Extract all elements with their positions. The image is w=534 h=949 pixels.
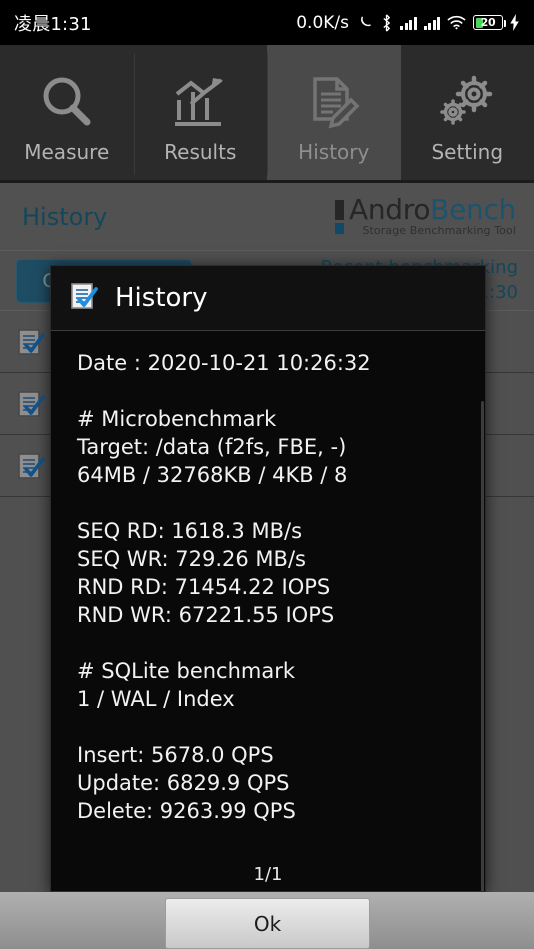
dialog-title-bar: History bbox=[51, 266, 485, 331]
magnifier-icon bbox=[38, 72, 96, 134]
ok-button[interactable]: Ok bbox=[165, 898, 370, 949]
dialog-body[interactable]: Date : 2020-10-21 10:26:32 # Microbenchm… bbox=[51, 331, 485, 891]
tab-results[interactable]: Results bbox=[133, 45, 268, 183]
bar-chart-icon bbox=[171, 72, 229, 134]
status-icons: 0.0K/s 20 bbox=[296, 13, 520, 33]
moon-icon bbox=[356, 14, 373, 31]
charging-bolt-icon bbox=[510, 14, 520, 31]
document-pencil-icon bbox=[305, 72, 363, 134]
network-speed-label: 0.0K/s bbox=[296, 12, 349, 33]
main-tab-bar: Measure Results History Setting bbox=[0, 45, 534, 183]
tab-setting-label: Setting bbox=[431, 140, 504, 164]
signal-bars-icon-2 bbox=[423, 16, 440, 30]
dialog-title-label: History bbox=[115, 283, 208, 313]
signal-bars-icon-1 bbox=[400, 16, 417, 30]
benchmark-result-text: Date : 2020-10-21 10:26:32 # Microbenchm… bbox=[77, 351, 371, 823]
gears-icon bbox=[438, 72, 496, 134]
status-clock: 凌晨1:31 bbox=[14, 13, 92, 35]
battery-level-label: 20 bbox=[480, 16, 496, 29]
dialog-page-indicator: 1/1 bbox=[253, 864, 283, 885]
checklist-icon bbox=[69, 281, 99, 315]
tab-measure-label: Measure bbox=[24, 140, 110, 164]
battery-icon: 20 bbox=[473, 15, 506, 30]
history-detail-dialog: History Date : 2020-10-21 10:26:32 # Mic… bbox=[50, 265, 486, 892]
phone-screen: 凌晨1:31 0.0K/s 20 Measure Results History… bbox=[0, 0, 534, 949]
dialog-scrollbar[interactable] bbox=[481, 401, 484, 891]
tab-history-label: History bbox=[298, 140, 370, 164]
tab-history[interactable]: History bbox=[267, 45, 401, 183]
tab-setting[interactable]: Setting bbox=[401, 45, 534, 183]
wifi-icon bbox=[447, 15, 466, 30]
status-bar: 凌晨1:31 0.0K/s 20 bbox=[0, 0, 534, 45]
bluetooth-icon bbox=[380, 13, 393, 32]
tab-measure[interactable]: Measure bbox=[0, 45, 134, 183]
tab-results-label: Results bbox=[164, 140, 237, 164]
